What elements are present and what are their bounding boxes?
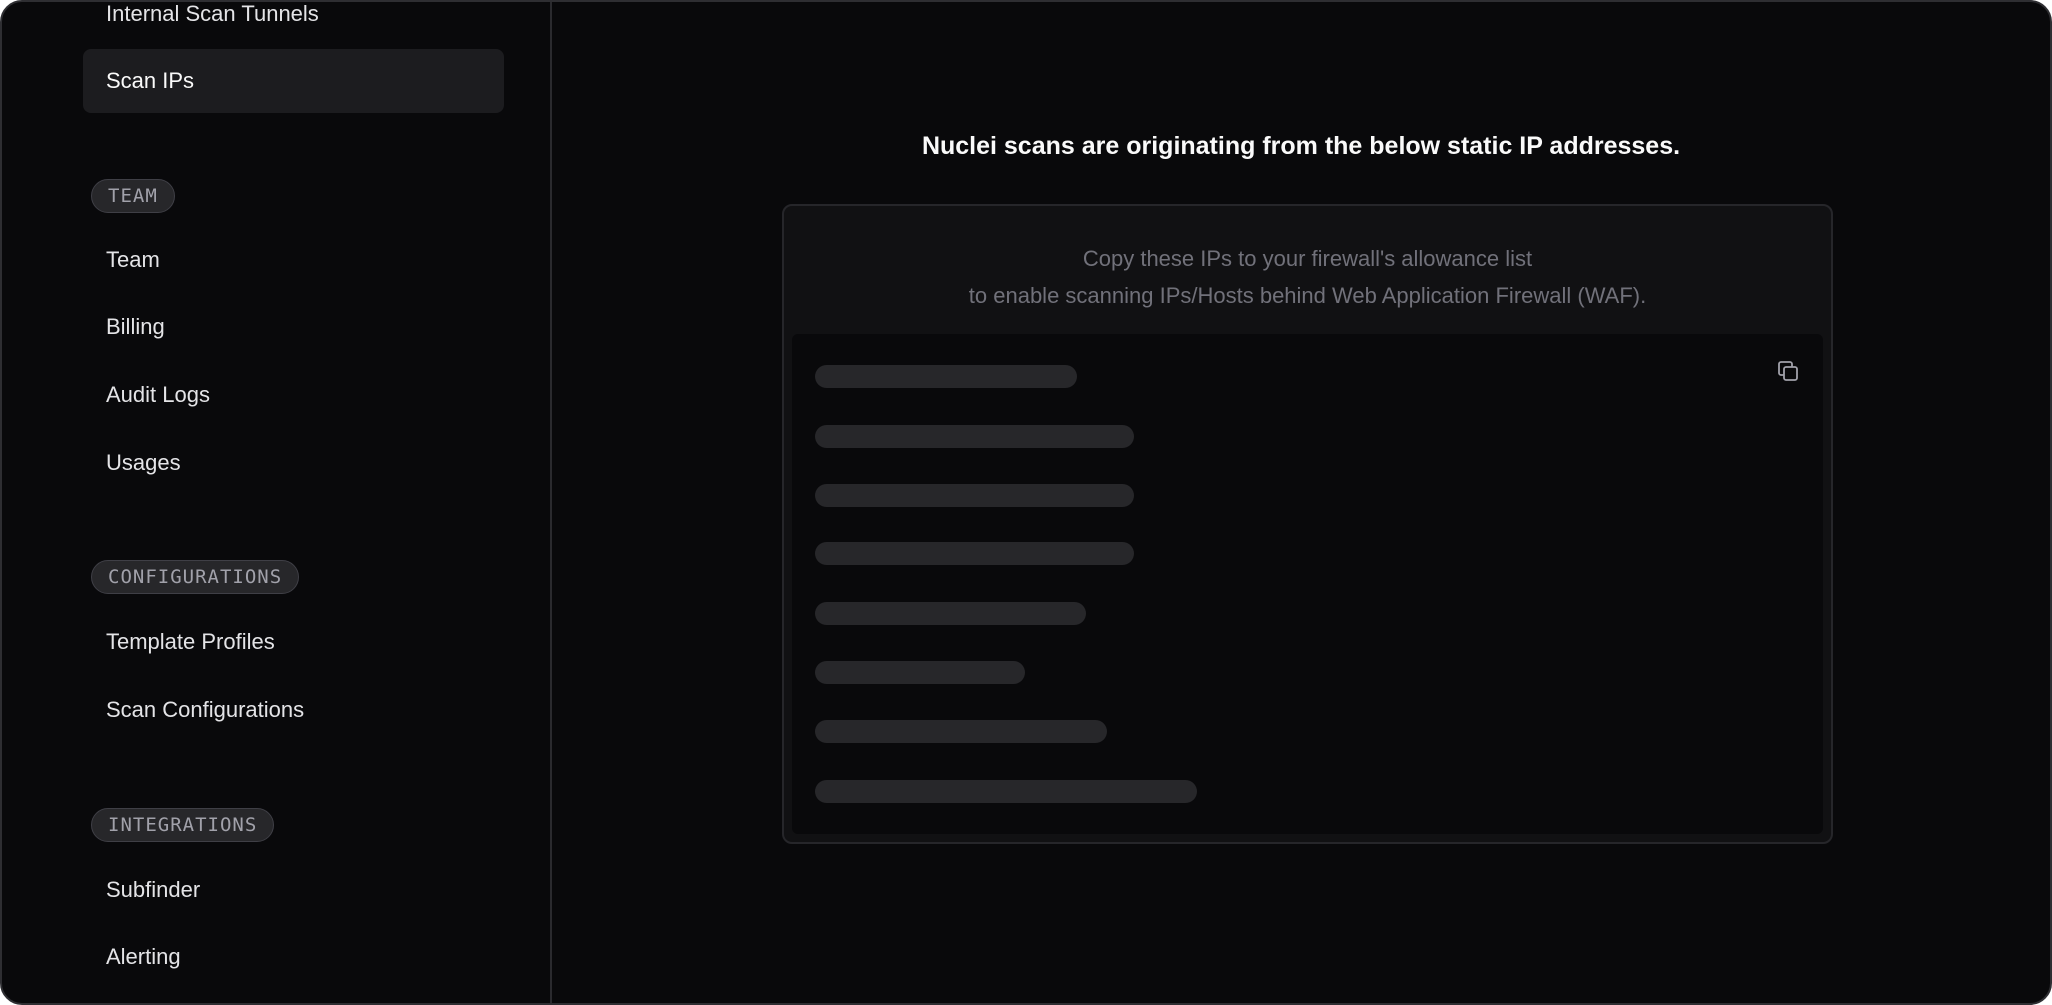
sidebar-item-scan-configurations[interactable]: Scan Configurations [83,678,504,742]
sidebar-item-billing[interactable]: Billing [83,295,504,359]
ip-placeholder-1 [815,365,1077,388]
ip-placeholder-5 [815,602,1086,625]
sidebar-item-audit-logs[interactable]: Audit Logs [83,363,504,427]
sidebar-item-scan-ips[interactable]: Scan IPs [83,49,504,113]
section-tag-integrations: INTEGRATIONS [91,808,275,842]
ip-list-box [792,334,1823,834]
sidebar-item-subfinder[interactable]: Subfinder [83,858,504,922]
sidebar-item-usages[interactable]: Usages [83,431,504,495]
ip-placeholder-3 [815,484,1134,507]
ip-placeholder-2 [815,425,1134,448]
section-tag-configurations: CONFIGURATIONS [91,560,300,594]
ip-placeholder-7 [815,720,1107,743]
sidebar-item-team[interactable]: Team [83,228,504,292]
scan-ips-panel: Nuclei scans are originating from the be… [552,2,2050,1003]
card-description-line-1: Copy these IPs to your firewall's allowa… [1082,246,1533,271]
copy-icon [1778,361,1798,381]
card-description-line-2: to enable scanning IPs/Hosts behind Web … [968,283,1647,308]
copy-button[interactable] [1773,356,1803,386]
card-description: Copy these IPs to your firewall's allowa… [784,240,1831,314]
sidebar-item-template-profiles[interactable]: Template Profiles [83,610,504,674]
settings-sidebar: Internal Scan Tunnels Scan IPs TEAM Team… [2,2,552,1003]
app-window: Internal Scan Tunnels Scan IPs TEAM Team… [0,0,2052,1005]
ip-placeholder-8 [815,780,1197,803]
static-ips-card: Copy these IPs to your firewall's allowa… [782,204,1833,844]
page-title: Nuclei scans are originating from the be… [921,132,1681,160]
ip-placeholder-4 [815,542,1134,565]
section-tag-team: TEAM [91,179,175,213]
sidebar-item-internal-scan-tunnels[interactable]: Internal Scan Tunnels [83,2,504,46]
sidebar-item-alerting[interactable]: Alerting [83,925,504,989]
ip-placeholder-6 [815,661,1025,684]
